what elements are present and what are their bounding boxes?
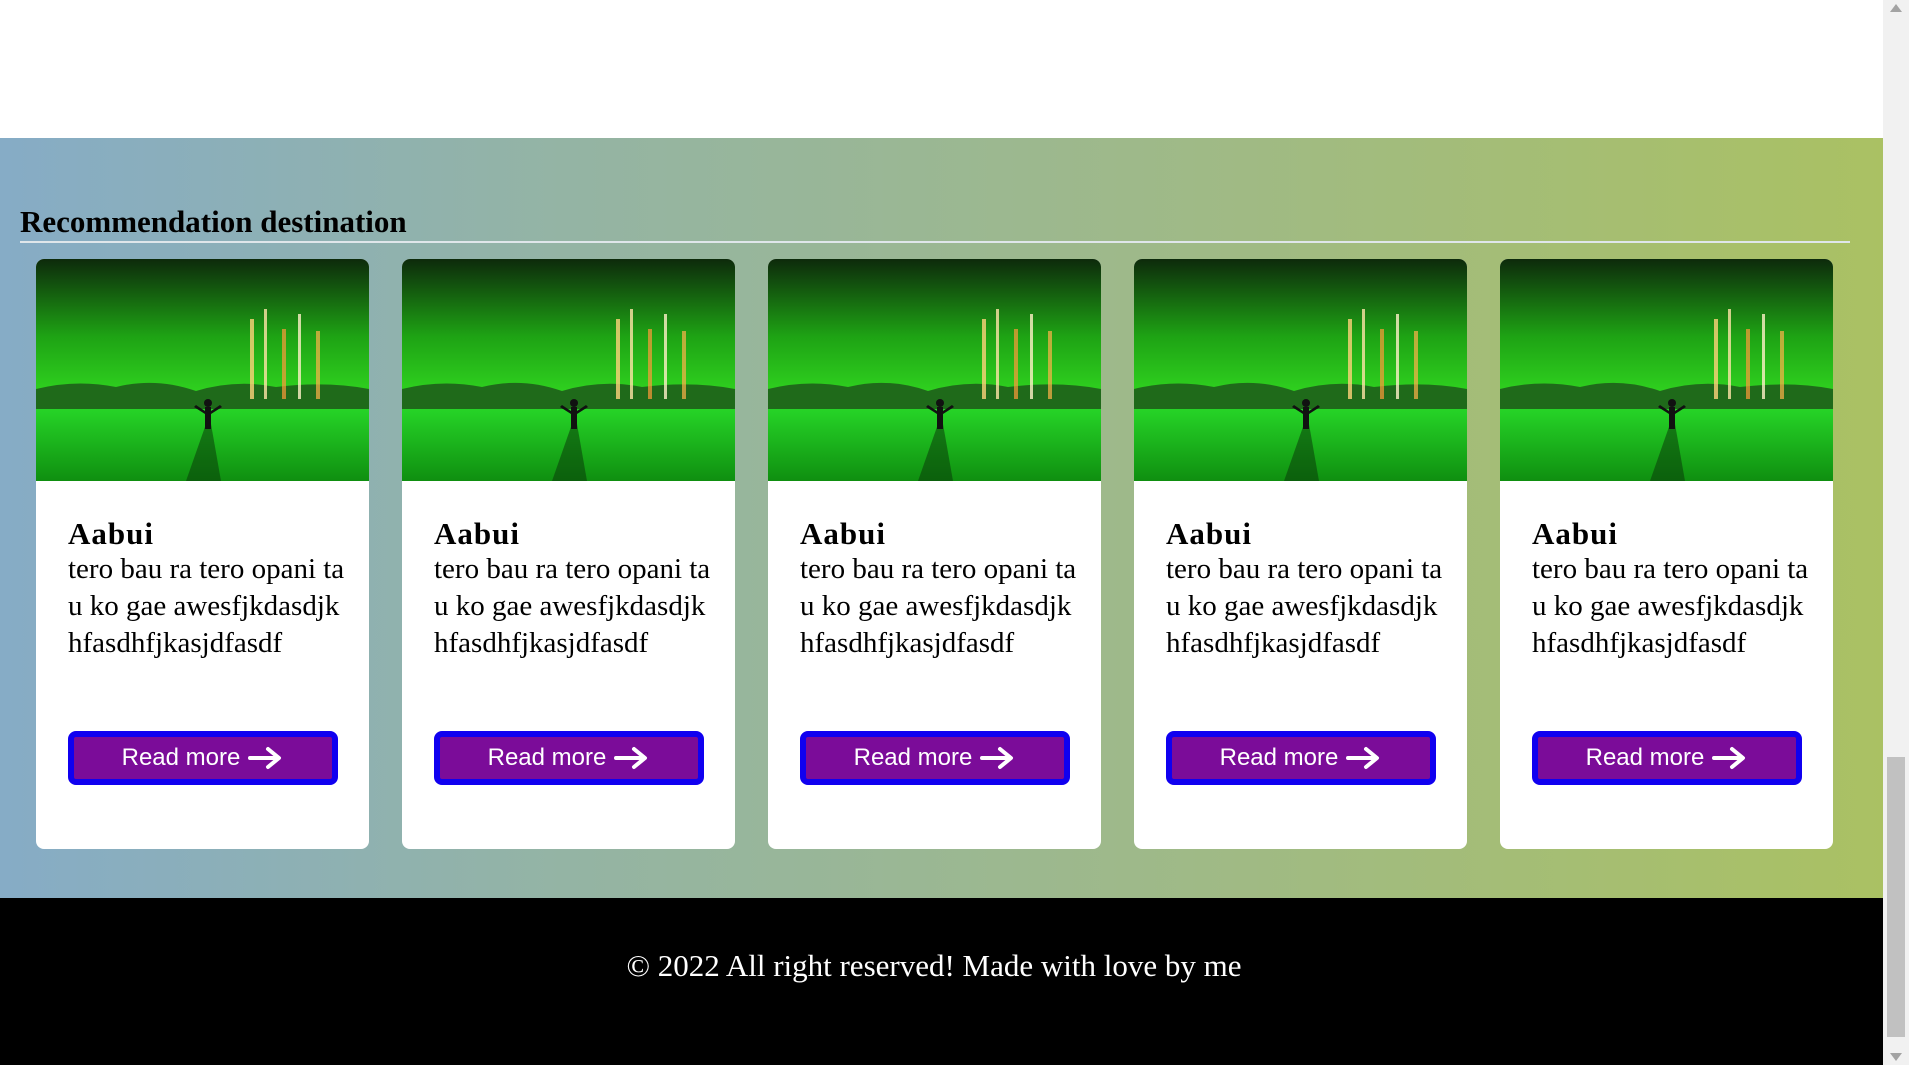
- read-more-button[interactable]: Read more: [434, 731, 704, 785]
- scroll-down-arrow-icon[interactable]: [1890, 1053, 1902, 1061]
- destination-card: Aabui tero bau ra tero opani tau ko gae …: [402, 259, 735, 849]
- footer: © 2022 All right reserved! Made with lov…: [0, 898, 1883, 1065]
- read-more-button[interactable]: Read more: [800, 731, 1070, 785]
- destination-card: Aabui tero bau ra tero opani tau ko gae …: [36, 259, 369, 849]
- card-title: Aabui: [800, 516, 886, 551]
- card-description: tero bau ra tero opani tau ko gae awesfj…: [1532, 553, 1809, 659]
- read-more-button[interactable]: Read more: [1166, 731, 1436, 785]
- card-description: tero bau ra tero opani tau ko gae awesfj…: [68, 553, 345, 659]
- top-blank-area: [0, 0, 1883, 138]
- card-description: tero bau ra tero opani tau ko gae awesfj…: [434, 553, 711, 659]
- card-title: Aabui: [1532, 516, 1618, 551]
- northern-lights-photo: [768, 259, 1101, 481]
- card-body: Aabui tero bau ra tero opani tau ko gae …: [1166, 516, 1446, 662]
- arrow-right-icon: [980, 746, 1016, 770]
- read-more-button[interactable]: Read more: [1532, 731, 1802, 785]
- destination-card: Aabui tero bau ra tero opani tau ko gae …: [1134, 259, 1467, 849]
- northern-lights-photo: [402, 259, 735, 481]
- arrow-right-icon: [1712, 746, 1748, 770]
- northern-lights-photo: [1500, 259, 1833, 481]
- vertical-scrollbar[interactable]: [1883, 0, 1909, 1065]
- read-more-button[interactable]: Read more: [68, 731, 338, 785]
- read-more-label: Read more: [853, 744, 973, 771]
- section-divider: [20, 241, 1850, 243]
- scroll-up-arrow-icon[interactable]: [1890, 4, 1902, 12]
- read-more-label: Read more: [1219, 744, 1339, 771]
- card-description: tero bau ra tero opani tau ko gae awesfj…: [1166, 553, 1443, 659]
- destination-card: Aabui tero bau ra tero opani tau ko gae …: [768, 259, 1101, 849]
- northern-lights-photo: [1134, 259, 1467, 481]
- card-title: Aabui: [1166, 516, 1252, 551]
- northern-lights-photo: [36, 259, 369, 481]
- card-list: Aabui tero bau ra tero opani tau ko gae …: [36, 259, 1833, 849]
- card-description: tero bau ra tero opani tau ko gae awesfj…: [800, 553, 1077, 659]
- page: Recommendation destination Aabui tero ba…: [0, 0, 1883, 1065]
- arrow-right-icon: [614, 746, 650, 770]
- read-more-label: Read more: [487, 744, 607, 771]
- section-title: Recommendation destination: [20, 204, 407, 239]
- card-body: Aabui tero bau ra tero opani tau ko gae …: [800, 516, 1080, 662]
- card-title: Aabui: [434, 516, 520, 551]
- card-title: Aabui: [68, 516, 154, 551]
- arrow-right-icon: [1346, 746, 1382, 770]
- card-body: Aabui tero bau ra tero opani tau ko gae …: [434, 516, 714, 662]
- card-body: Aabui tero bau ra tero opani tau ko gae …: [68, 516, 348, 662]
- destination-card: Aabui tero bau ra tero opani tau ko gae …: [1500, 259, 1833, 849]
- card-body: Aabui tero bau ra tero opani tau ko gae …: [1532, 516, 1812, 662]
- arrow-right-icon: [248, 746, 284, 770]
- read-more-label: Read more: [121, 744, 241, 771]
- scrollbar-thumb[interactable]: [1887, 757, 1905, 1037]
- read-more-label: Read more: [1585, 744, 1705, 771]
- recommendation-section: Recommendation destination Aabui tero ba…: [0, 138, 1883, 898]
- footer-copyright: © 2022 All right reserved! Made with lov…: [626, 948, 1242, 983]
